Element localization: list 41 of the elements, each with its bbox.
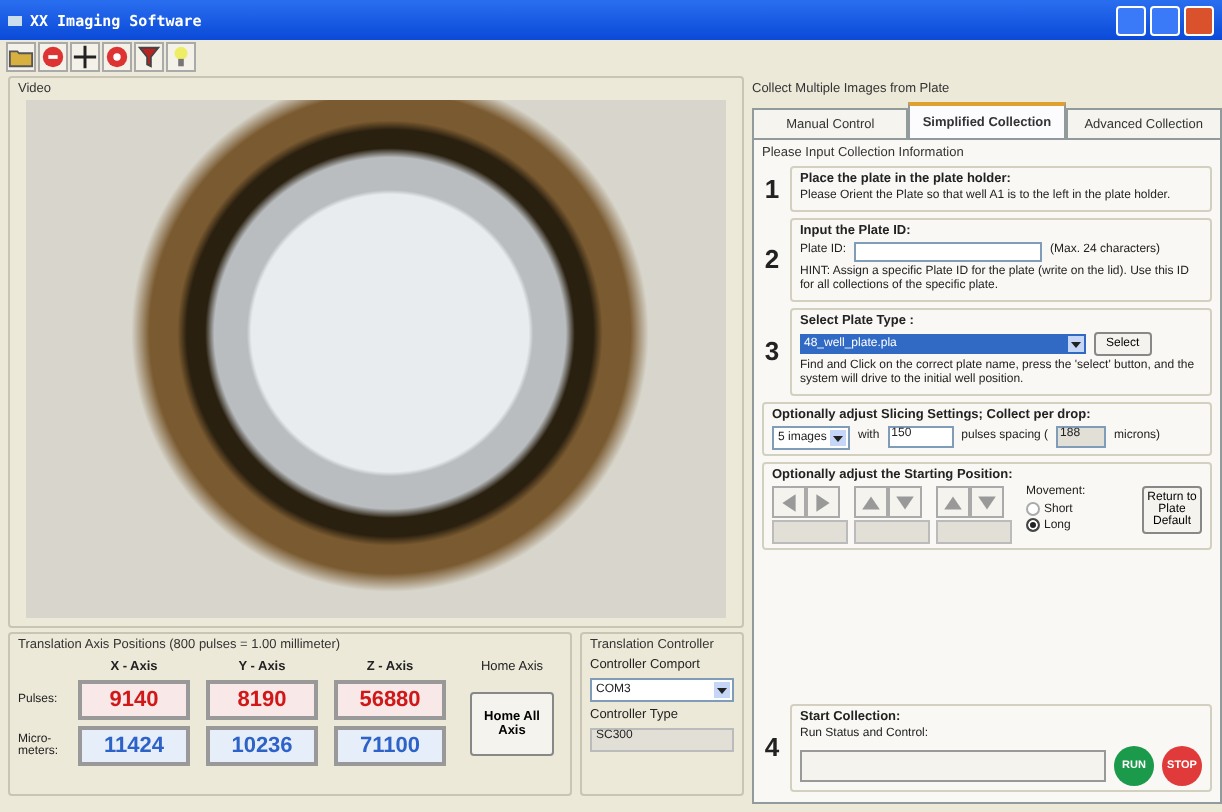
micrometers-value: 71100 — [334, 726, 446, 766]
radio-button[interactable] — [1026, 502, 1040, 516]
down-triangle-icon — [976, 491, 998, 513]
dropdown-caret-icon[interactable] — [830, 429, 846, 445]
down-triangle-icon — [894, 491, 916, 513]
left-arrow-button[interactable] — [772, 485, 806, 517]
z-position-field — [936, 519, 1012, 543]
x-position-field — [772, 519, 848, 543]
app-icon — [8, 15, 22, 25]
minimize-button[interactable] — [1116, 5, 1146, 35]
left-triangle-icon — [778, 491, 800, 513]
dropdown-caret-icon[interactable] — [714, 682, 730, 698]
maximize-button[interactable] — [1150, 5, 1180, 35]
pulses-value: 9140 — [78, 680, 190, 720]
up-triangle-icon — [942, 491, 964, 513]
step-number: 3 — [762, 336, 782, 366]
dropdown-caret-icon[interactable] — [1068, 335, 1084, 351]
y-position-field — [854, 519, 930, 543]
close-button[interactable] — [1184, 5, 1214, 35]
record-circle-icon[interactable] — [102, 42, 132, 72]
folder-icon[interactable] — [6, 42, 36, 72]
right-triangle-icon — [812, 491, 834, 513]
up-triangle-icon — [860, 491, 882, 513]
down-arrow-button[interactable] — [888, 485, 922, 517]
radio-button[interactable] — [1026, 518, 1040, 532]
pulses-value: 8190 — [206, 680, 318, 720]
move-cross-icon[interactable] — [70, 42, 100, 72]
plate-id-field[interactable] — [854, 241, 1043, 261]
pulses-value: 56880 — [334, 680, 446, 720]
step-number: 4 — [762, 732, 782, 763]
bulb-icon[interactable] — [166, 42, 196, 72]
micrometers-value: 10236 — [206, 726, 318, 766]
down-arrow-button[interactable] — [970, 485, 1004, 517]
up-arrow-button[interactable] — [936, 485, 970, 517]
stop-circle-icon[interactable] — [38, 42, 68, 72]
filter-icon[interactable] — [134, 42, 164, 72]
step-number: 1 — [762, 173, 782, 204]
up-arrow-button[interactable] — [854, 485, 888, 517]
micrometers-value: 11424 — [78, 726, 190, 766]
step-number: 2 — [762, 244, 782, 274]
right-arrow-button[interactable] — [806, 485, 840, 517]
